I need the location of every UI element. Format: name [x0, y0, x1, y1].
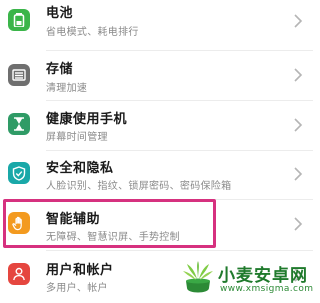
chevron-right-icon	[294, 167, 303, 181]
settings-item-title: 健康使用手机	[46, 112, 128, 127]
watermark-url: www.xmsigma.com	[220, 284, 314, 294]
settings-item-subtitle: 清理加速	[46, 83, 88, 94]
settings-item-title: 安全和隐私	[46, 161, 114, 176]
chevron-right-icon	[294, 14, 303, 28]
battery-icon	[8, 9, 30, 31]
settings-item-security[interactable]: 安全和隐私 人脸识别、指纹、锁屏密码、密码保险箱	[0, 150, 313, 202]
storage-icon	[8, 64, 30, 86]
chevron-right-icon	[294, 217, 303, 231]
user-icon	[8, 263, 30, 285]
settings-item-subtitle: 屏幕时间管理	[46, 132, 108, 143]
watermark-title: 小麦安卓网	[218, 266, 308, 286]
settings-item-subtitle: 省电模式、耗电排行	[46, 27, 139, 38]
settings-item-title: 用户和帐户	[46, 263, 114, 278]
highlight-box	[3, 199, 216, 248]
settings-item-battery[interactable]: 电池 省电模式、耗电排行	[0, 0, 313, 42]
hourglass-icon	[8, 113, 30, 135]
settings-item-subtitle: 多用户、帐户	[46, 283, 108, 294]
watermark: 小麦安卓网 www.xmsigma.com	[178, 258, 314, 300]
settings-item-digital-balance[interactable]: 健康使用手机 屏幕时间管理	[0, 100, 313, 152]
settings-item-storage[interactable]: 存储 清理加速	[0, 49, 313, 101]
watermark-logo-icon	[183, 261, 213, 293]
settings-item-subtitle: 人脸识别、指纹、锁屏密码、密码保险箱	[46, 181, 232, 192]
shield-icon	[8, 162, 30, 184]
settings-item-title: 存储	[46, 62, 74, 77]
chevron-right-icon	[294, 118, 303, 132]
chevron-right-icon	[294, 68, 303, 82]
settings-item-title: 电池	[46, 6, 74, 21]
